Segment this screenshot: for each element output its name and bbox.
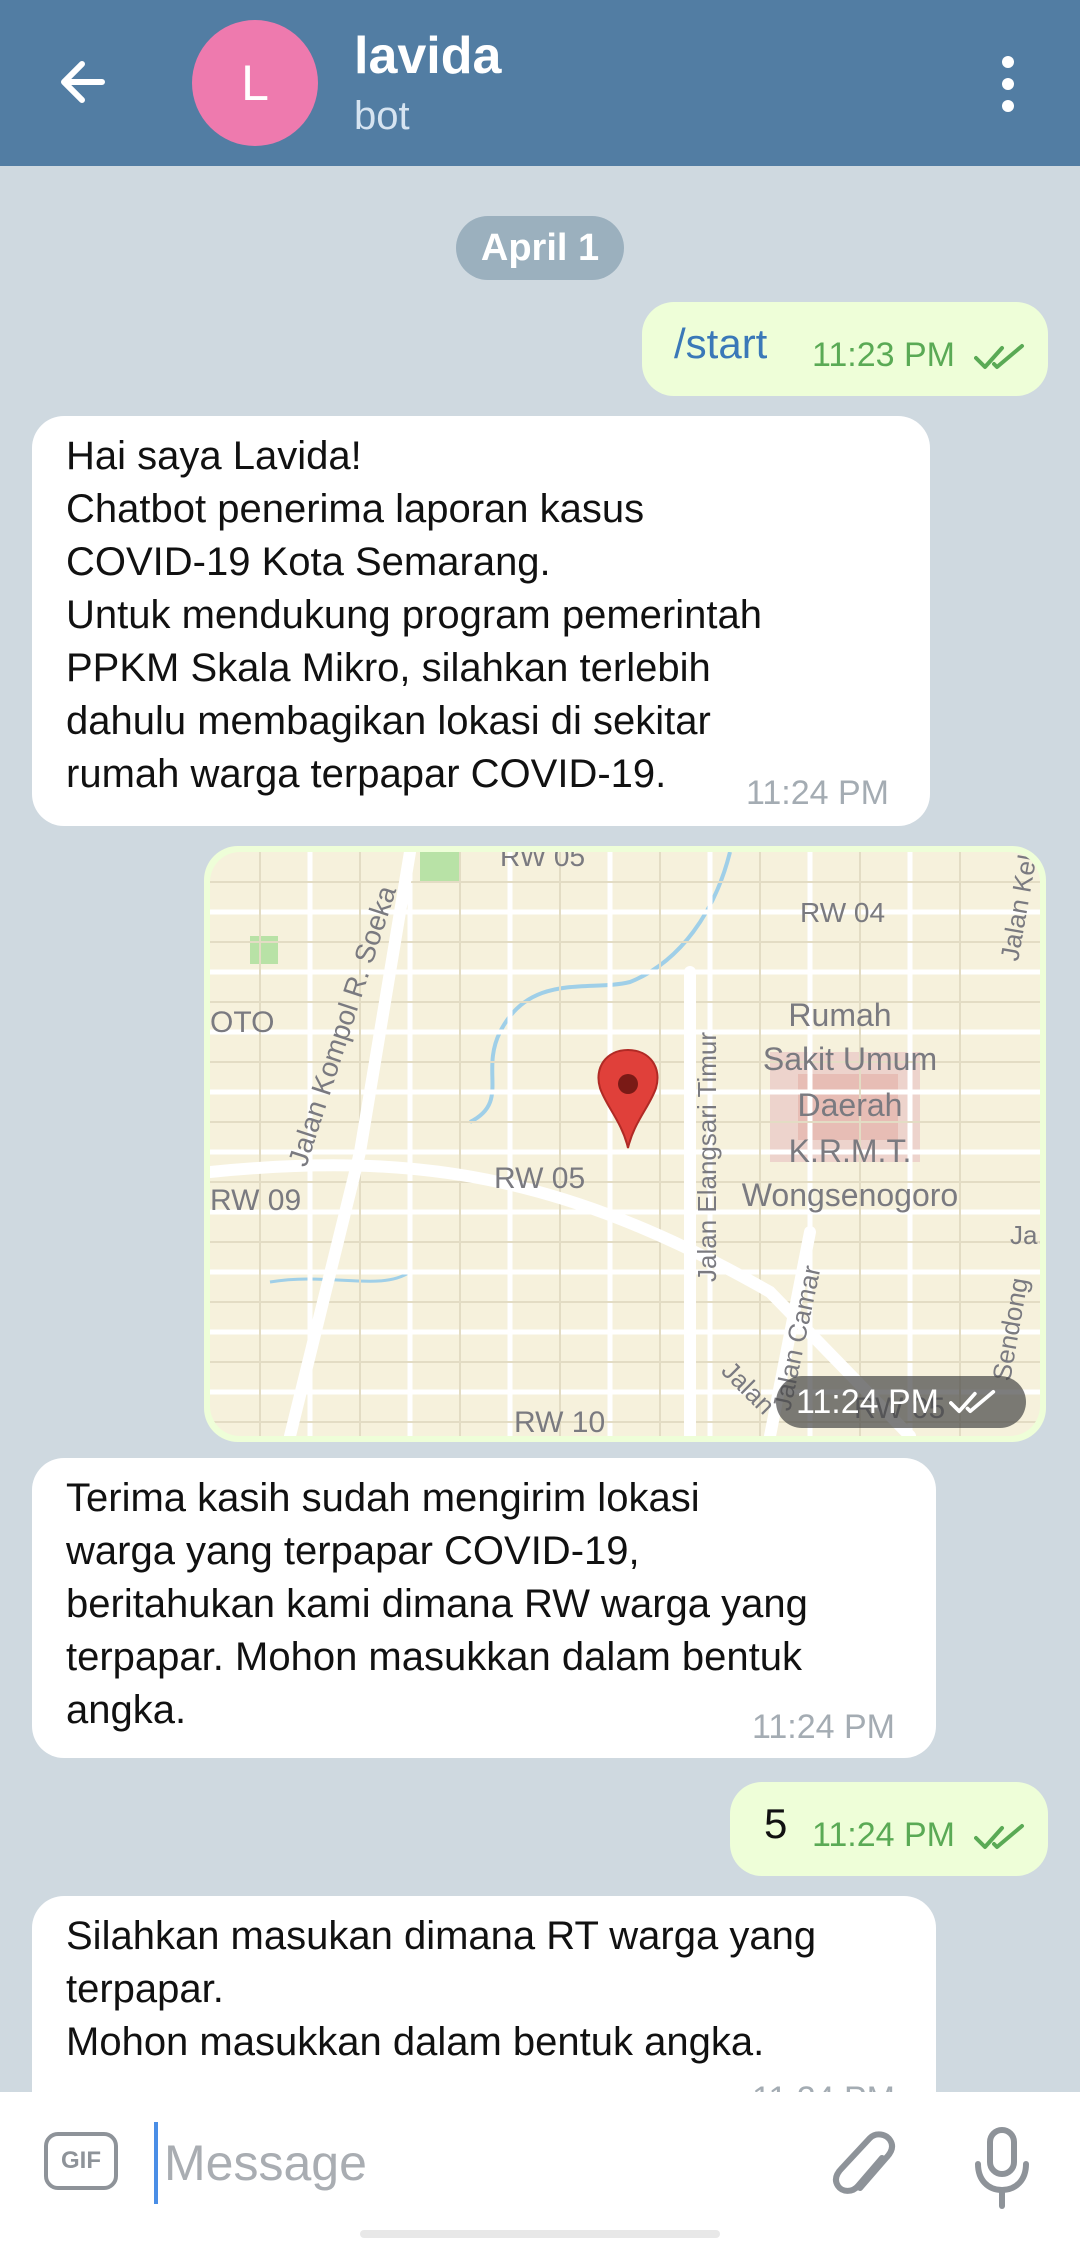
message-time: 11:24 PM <box>752 1708 896 1746</box>
message-composer: GIF <box>0 2092 1080 2244</box>
microphone-icon[interactable] <box>970 2126 1034 2210</box>
home-indicator[interactable] <box>360 2230 720 2238</box>
message-text: Terima kasih sudah mengirim lokasi warga… <box>66 1476 808 1732</box>
date-divider: April 1 <box>456 216 624 280</box>
svg-text:Daerah: Daerah <box>798 1087 903 1123</box>
svg-text:RW 10: RW 10 <box>514 1406 605 1436</box>
chat-area[interactable]: April 1 /start 11:23 PM Hai saya Lavida!… <box>0 166 1080 2092</box>
svg-text:RW 05: RW 05 <box>494 1162 585 1195</box>
incoming-message[interactable]: Hai saya Lavida! Chatbot penerima lapora… <box>32 416 930 826</box>
svg-text:Wongsenogoro: Wongsenogoro <box>742 1177 958 1213</box>
message-time: 11:24 PM <box>812 1816 956 1854</box>
chat-title[interactable]: lavida <box>354 26 501 86</box>
svg-text:RW 09: RW 09 <box>210 1184 301 1217</box>
outgoing-message[interactable]: 5 11:24 PM <box>730 1782 1048 1876</box>
message-time: 11:24 PM <box>796 1382 940 1421</box>
incoming-message[interactable]: Terima kasih sudah mengirim lokasi warga… <box>32 1458 936 1758</box>
gif-icon[interactable]: GIF <box>44 2132 118 2190</box>
message-input[interactable] <box>154 2122 806 2204</box>
message-time: 11:24 PM <box>746 774 890 812</box>
paperclip-icon[interactable] <box>830 2128 900 2208</box>
message-text: Hai saya Lavida! Chatbot penerima lapora… <box>66 434 762 796</box>
map-time-badge: 11:24 PM <box>776 1376 1026 1428</box>
svg-text:Jalan Elangsari Timur: Jalan Elangsari Timur <box>692 1032 722 1282</box>
svg-text:Ja.: Ja. <box>1010 1220 1040 1250</box>
double-check-icon <box>974 1824 1024 1849</box>
incoming-message[interactable]: Silahkan masukan dimana RT warga yang te… <box>32 1896 936 2092</box>
svg-text:Rumah: Rumah <box>788 997 891 1033</box>
svg-text:OTO: OTO <box>210 1006 274 1039</box>
svg-text:K.R.M.T.: K.R.M.T. <box>789 1133 912 1169</box>
avatar[interactable]: L <box>192 20 318 146</box>
back-arrow-icon[interactable] <box>52 50 116 114</box>
chat-header: L lavida bot <box>0 0 1080 166</box>
double-check-icon <box>974 344 1024 369</box>
more-vertical-icon[interactable] <box>990 52 1026 116</box>
command-text[interactable]: /start <box>674 320 767 368</box>
svg-text:RW 05: RW 05 <box>500 852 585 872</box>
svg-text:RW 04: RW 04 <box>800 897 885 928</box>
chat-subtitle: bot <box>354 94 410 138</box>
message-time: 11:24 PM <box>752 2080 895 2092</box>
message-text: Silahkan masukan dimana RT warga yang te… <box>66 1914 817 2064</box>
map-preview[interactable]: Jalan Kompol R. Soeka Jalan Elangsari Ti… <box>210 852 1040 1436</box>
svg-text:Sakit Umum: Sakit Umum <box>763 1041 937 1077</box>
double-check-icon <box>949 1390 996 1414</box>
message-text: 5 <box>764 1800 788 1847</box>
outgoing-message[interactable]: /start 11:23 PM <box>642 302 1048 396</box>
message-time: 11:23 PM <box>812 336 956 374</box>
location-message[interactable]: Jalan Kompol R. Soeka Jalan Elangsari Ti… <box>204 846 1046 1442</box>
